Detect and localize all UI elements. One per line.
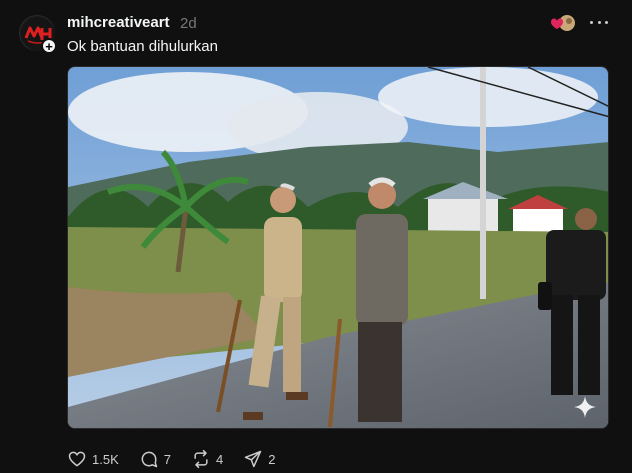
username[interactable]: mihcreativeart — [67, 14, 170, 31]
post-caption: Ok bantuan dihulurkan — [67, 38, 218, 55]
like-button[interactable]: 1.5K — [67, 449, 119, 469]
sparkle-icon[interactable] — [570, 392, 600, 422]
post-actions: 1.5K 7 4 2 — [67, 449, 295, 469]
comment-button[interactable]: 7 — [139, 449, 171, 469]
photo-illustration — [68, 67, 608, 428]
more-icon — [590, 20, 593, 24]
like-count: 1.5K — [92, 451, 119, 467]
repost-count: 4 — [215, 451, 224, 467]
timestamp[interactable]: 2d — [180, 15, 197, 32]
comment-icon — [141, 451, 157, 468]
share-count: 2 — [268, 451, 276, 467]
likers-avatars[interactable] — [549, 14, 577, 32]
post-image[interactable] — [67, 66, 609, 429]
plus-icon: + — [45, 38, 53, 54]
heart-icon — [68, 451, 86, 467]
comment-count: 7 — [163, 451, 171, 467]
more-button[interactable] — [590, 12, 608, 32]
follow-button[interactable]: + — [41, 38, 57, 54]
repost-button[interactable]: 4 — [191, 449, 223, 469]
send-icon — [244, 450, 262, 468]
repost-icon — [194, 449, 208, 469]
share-button[interactable]: 2 — [243, 449, 275, 469]
